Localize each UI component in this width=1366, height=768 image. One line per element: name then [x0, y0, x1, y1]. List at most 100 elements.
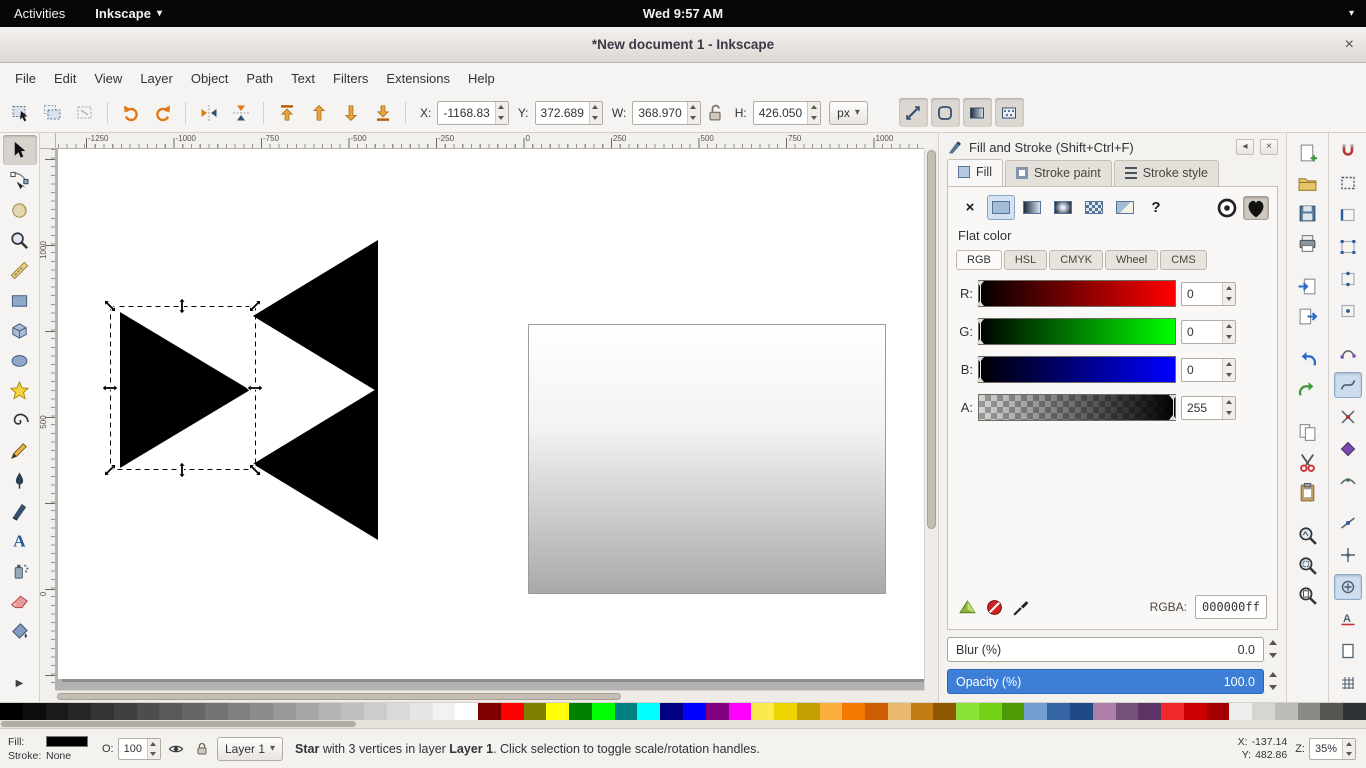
slider-cursor[interactable]: [980, 357, 981, 382]
palette-swatch[interactable]: [433, 703, 456, 720]
tab-fill[interactable]: Fill: [947, 159, 1003, 187]
palette-swatch[interactable]: [865, 703, 888, 720]
palette-swatch[interactable]: [228, 703, 251, 720]
height-input[interactable]: 426.050: [753, 101, 821, 125]
fill-swatch[interactable]: [46, 736, 88, 747]
alpha-spin-buttons[interactable]: [1222, 397, 1235, 419]
slider-cursor[interactable]: [980, 319, 981, 344]
palette-swatch[interactable]: [888, 703, 911, 720]
snap-grids-toggle[interactable]: [1334, 670, 1362, 696]
snap-nodes-toggle[interactable]: [1334, 340, 1362, 366]
export-button[interactable]: [1292, 301, 1324, 331]
palette-swatch[interactable]: [296, 703, 319, 720]
blue-input[interactable]: 0: [1181, 358, 1236, 382]
new-document-button[interactable]: [1292, 138, 1324, 168]
tweak-tool[interactable]: [3, 195, 37, 225]
palette-swatch[interactable]: [933, 703, 956, 720]
zoom-page-button[interactable]: [1292, 580, 1324, 610]
fill-rule-nonzero-button[interactable]: [1243, 196, 1269, 220]
snap-paths-toggle[interactable]: [1334, 372, 1362, 398]
pencil-tool[interactable]: [3, 435, 37, 465]
menu-object[interactable]: Object: [182, 67, 238, 90]
snap-bbox-corners-toggle[interactable]: [1334, 234, 1362, 260]
snap-bbox-toggle[interactable]: [1334, 170, 1362, 196]
height-spin-buttons[interactable]: [807, 102, 820, 124]
blue-spin-buttons[interactable]: [1222, 359, 1235, 381]
open-button[interactable]: [1292, 168, 1324, 198]
palette-swatch[interactable]: [1138, 703, 1161, 720]
palette-swatch[interactable]: [706, 703, 729, 720]
measure-tool[interactable]: [3, 255, 37, 285]
horizontal-scrollbar-thumb[interactable]: [57, 693, 621, 700]
opacity-spin-buttons[interactable]: [1266, 669, 1280, 694]
paint-none-button[interactable]: ×: [956, 195, 984, 220]
palette-swatch[interactable]: [0, 703, 23, 720]
lower-button[interactable]: [336, 98, 365, 127]
print-button[interactable]: [1292, 228, 1324, 258]
tab-cmyk[interactable]: CMYK: [1049, 250, 1103, 270]
palette-swatch[interactable]: [387, 703, 410, 720]
palette-swatch[interactable]: [729, 703, 752, 720]
rectangle-tool[interactable]: [3, 285, 37, 315]
lock-ratio-button[interactable]: [704, 98, 726, 127]
tab-wheel[interactable]: Wheel: [1105, 250, 1158, 270]
green-slider[interactable]: [978, 318, 1176, 345]
zoom-drawing-button[interactable]: [1292, 520, 1324, 550]
green-spin-buttons[interactable]: [1222, 321, 1235, 343]
palette-swatch[interactable]: [137, 703, 160, 720]
star-tool[interactable]: [3, 375, 37, 405]
palette-swatch[interactable]: [114, 703, 137, 720]
palette-swatch[interactable]: [979, 703, 1002, 720]
snap-rotation-centers-toggle[interactable]: [1334, 574, 1362, 600]
move-gradients-toggle[interactable]: [963, 98, 992, 127]
palette-swatch[interactable]: [774, 703, 797, 720]
slider-cursor[interactable]: [980, 281, 981, 306]
menu-filters[interactable]: Filters: [324, 67, 377, 90]
x-spin-buttons[interactable]: [495, 102, 508, 124]
opacity-slider[interactable]: Opacity (%) 100.0: [947, 669, 1264, 694]
alpha-slider[interactable]: [978, 394, 1176, 421]
palette-swatch[interactable]: [1070, 703, 1093, 720]
rgba-input[interactable]: 000000ff: [1195, 595, 1267, 619]
palette-swatch[interactable]: [1047, 703, 1070, 720]
palette-swatch[interactable]: [683, 703, 706, 720]
menu-layer[interactable]: Layer: [131, 67, 182, 90]
palette-swatch[interactable]: [524, 703, 547, 720]
save-button[interactable]: [1292, 198, 1324, 228]
palette-scrollbar-thumb[interactable]: [1, 721, 356, 727]
undo-button[interactable]: [1292, 344, 1324, 374]
layer-selector[interactable]: Layer 1 ▾: [217, 737, 283, 761]
dialog-dock-button[interactable]: ◂: [1236, 139, 1254, 155]
raise-to-top-button[interactable]: [272, 98, 301, 127]
tab-stroke-paint[interactable]: Stroke paint: [1005, 160, 1112, 186]
menu-file[interactable]: File: [6, 67, 45, 90]
palette-swatch[interactable]: [660, 703, 683, 720]
snap-object-centers-toggle[interactable]: [1334, 542, 1362, 568]
slider-cursor[interactable]: [1173, 395, 1174, 420]
palette-swatch[interactable]: [1116, 703, 1139, 720]
menu-view[interactable]: View: [85, 67, 131, 90]
paste-button[interactable]: [1292, 477, 1324, 507]
palette-swatch[interactable]: [1093, 703, 1116, 720]
window-close-button[interactable]: ×: [1345, 27, 1354, 63]
palette-swatch[interactable]: [1343, 703, 1366, 720]
palette-swatch[interactable]: [364, 703, 387, 720]
red-spin-buttons[interactable]: [1222, 283, 1235, 305]
snap-bbox-edges-toggle[interactable]: [1334, 202, 1362, 228]
box3d-tool[interactable]: [3, 315, 37, 345]
snap-bbox-midpoints-toggle[interactable]: [1334, 266, 1362, 292]
palette-swatch[interactable]: [205, 703, 228, 720]
clock[interactable]: Wed 9:57 AM: [0, 6, 1366, 21]
palette-swatch[interactable]: [956, 703, 979, 720]
menu-help[interactable]: Help: [459, 67, 504, 90]
rotate-ccw-button[interactable]: [116, 98, 145, 127]
menu-extensions[interactable]: Extensions: [377, 67, 459, 90]
y-input[interactable]: 372.689: [535, 101, 603, 125]
palette-swatch[interactable]: [455, 703, 478, 720]
x-input[interactable]: -1168.83: [437, 101, 508, 125]
select-all-layers-button[interactable]: [38, 98, 67, 127]
blur-spin-buttons[interactable]: [1266, 637, 1280, 662]
layer-lock-toggle[interactable]: [191, 738, 213, 760]
snap-enable-toggle[interactable]: [1334, 138, 1362, 164]
app-menu-button[interactable]: Inkscape ▾: [79, 0, 172, 27]
